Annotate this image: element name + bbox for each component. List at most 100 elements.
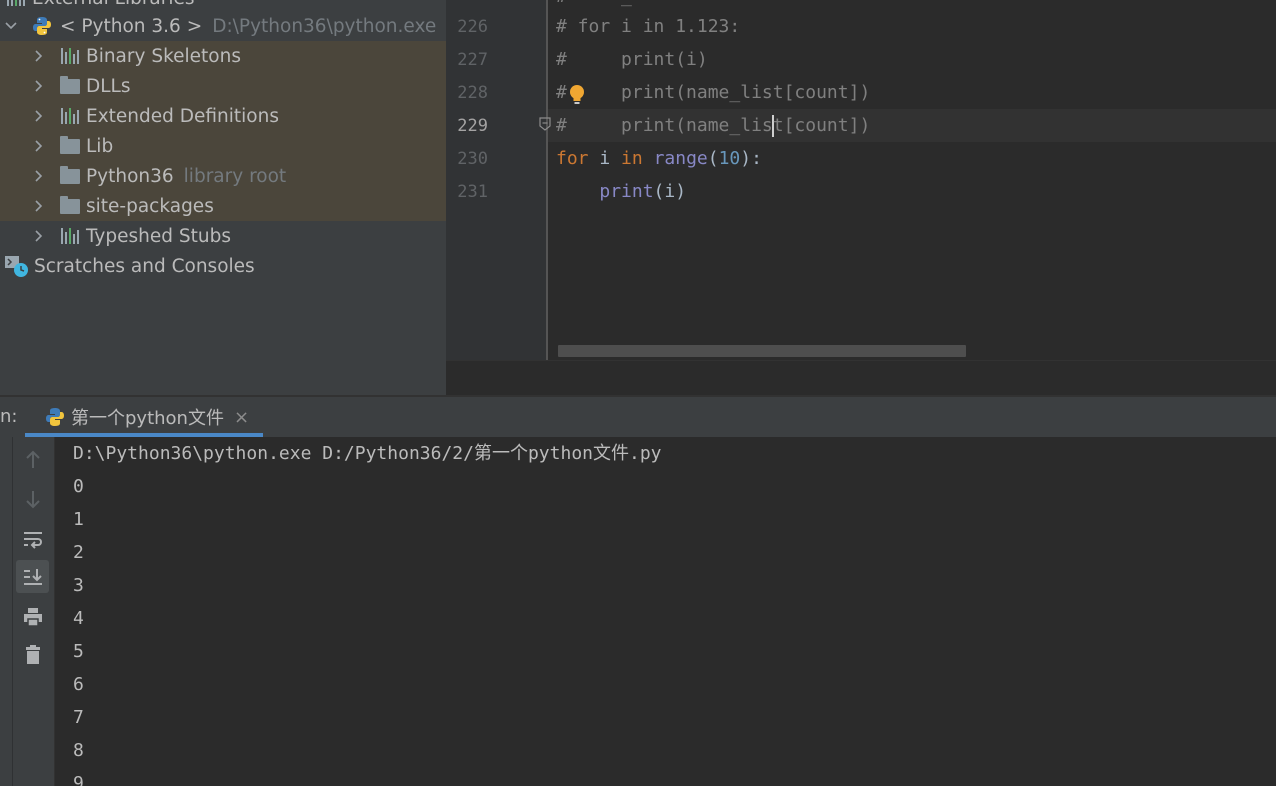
paren-close: ): xyxy=(740,148,762,169)
soft-wrap-icon[interactable] xyxy=(16,522,49,555)
tree-item-binary-skeletons[interactable]: Binary Skeletons xyxy=(0,41,446,71)
tree-item-label: Binary Skeletons xyxy=(86,45,241,67)
tree-item-label: Lib xyxy=(86,135,114,157)
call-args: (i) xyxy=(653,181,687,202)
tree-item-label: Python36 xyxy=(86,165,174,187)
tree-item-label: Scratches and Consoles xyxy=(34,255,255,277)
scratches-icon xyxy=(4,255,30,277)
code-line-230[interactable]: for i in range(10): xyxy=(556,142,762,175)
console-output-line: 1 xyxy=(73,509,84,530)
code-line-226[interactable]: # for i in 1.123: xyxy=(556,10,740,43)
builtin-print: print xyxy=(599,181,654,202)
run-tab[interactable]: 第一个python文件 × xyxy=(25,397,263,437)
code-line-229[interactable]: # print(name_list[count]) xyxy=(556,109,870,142)
tree-item-site-packages[interactable]: site-packages xyxy=(0,191,446,221)
library-icon xyxy=(4,0,28,9)
console-output-line: 0 xyxy=(73,476,84,497)
comment-hash: # xyxy=(556,82,567,103)
line-number-current: 229 xyxy=(457,116,488,136)
line-number: 228 xyxy=(457,83,488,103)
tree-item-label: Typeshed Stubs xyxy=(86,225,231,247)
chevron-right-icon[interactable] xyxy=(28,161,50,191)
paren-open: ( xyxy=(707,148,719,169)
chevron-right-icon[interactable] xyxy=(28,71,50,101)
code-line-231[interactable]: print(i) xyxy=(556,175,686,208)
builtin-range: range xyxy=(653,148,708,169)
project-tool-window: External Libraries < Python 3.6 > D:\Pyt… xyxy=(0,0,446,395)
variable: i xyxy=(588,148,622,169)
library-root-hint: library root xyxy=(183,165,287,187)
keyword-for: for xyxy=(556,148,589,169)
tree-item-typeshed-stubs[interactable]: Typeshed Stubs xyxy=(0,221,446,251)
comment-text: t[count]) xyxy=(772,115,871,136)
chevron-right-icon[interactable] xyxy=(28,221,50,251)
line-number: 227 xyxy=(457,50,488,70)
horizontal-scrollbar[interactable] xyxy=(558,345,966,357)
close-icon[interactable]: × xyxy=(234,407,249,428)
comment-text: print(name_lis xyxy=(566,115,773,136)
chevron-right-icon[interactable] xyxy=(28,41,50,71)
python-icon xyxy=(46,408,64,426)
tree-item-lib[interactable]: Lib xyxy=(0,131,446,161)
console-output-line: 8 xyxy=(73,740,84,761)
tree-item-label: External Libraries xyxy=(32,0,195,9)
tree-item-label: site-packages xyxy=(86,195,214,217)
console-output-line: 9 xyxy=(73,773,84,786)
library-icon xyxy=(58,45,82,67)
code-editor[interactable]: # _ 226 227 228 229 230 231 # for i in 1… xyxy=(446,0,1276,395)
console-output-line: 3 xyxy=(73,575,84,596)
tree-item-python-interpreter[interactable]: < Python 3.6 > D:\Python36\python.exe xyxy=(0,11,446,41)
editor-footer xyxy=(446,360,1276,395)
library-icon xyxy=(58,105,82,127)
line-number: 226 xyxy=(457,17,488,37)
tree-item-python36[interactable]: Python36 library root xyxy=(0,161,446,191)
run-console[interactable]: D:\Python36\python.exe D:/Python36/2/第一个… xyxy=(55,437,1276,786)
down-arrow-icon[interactable] xyxy=(16,482,49,515)
interpreter-path: D:\Python36\python.exe xyxy=(212,15,437,37)
tree-item-label: DLLs xyxy=(86,75,131,97)
console-output-line: 5 xyxy=(73,641,84,662)
line-number: 230 xyxy=(457,149,488,169)
folder-icon xyxy=(58,75,82,97)
console-output-line: 7 xyxy=(73,707,84,728)
chevron-down-icon[interactable] xyxy=(0,11,22,41)
console-command-line: D:\Python36\python.exe D:/Python36/2/第一个… xyxy=(73,443,662,464)
tree-item-label: Extended Definitions xyxy=(86,105,279,127)
console-output-line: 6 xyxy=(73,674,84,695)
lightbulb-icon[interactable] xyxy=(568,84,586,106)
library-icon xyxy=(58,225,82,247)
gutter-divider xyxy=(546,0,548,360)
tree-item-extended-definitions[interactable]: Extended Definitions xyxy=(0,101,446,131)
trash-icon[interactable] xyxy=(16,638,49,671)
number-literal: 10 xyxy=(718,148,741,169)
line-number: 231 xyxy=(457,182,488,202)
folder-icon xyxy=(58,195,82,217)
code-line-228[interactable]: # print(name_list[count]) xyxy=(556,76,870,109)
run-toolbar xyxy=(0,437,55,786)
scroll-to-end-icon[interactable] xyxy=(16,560,49,593)
code-line-227[interactable]: # print(i) xyxy=(556,43,708,76)
comment-hash: # xyxy=(556,115,567,136)
up-arrow-icon[interactable] xyxy=(16,443,49,476)
keyword-in: in xyxy=(621,148,643,169)
chevron-right-icon[interactable] xyxy=(28,101,50,131)
chevron-right-icon[interactable] xyxy=(28,191,50,221)
console-output-line: 2 xyxy=(73,542,84,563)
python-icon xyxy=(30,15,54,37)
folder-icon xyxy=(58,165,82,187)
run-tab-bar: n: 第一个python文件 × xyxy=(0,397,1276,438)
print-icon[interactable] xyxy=(16,600,49,633)
tree-item-scratches[interactable]: Scratches and Consoles xyxy=(0,251,446,281)
run-label: n: xyxy=(0,406,18,427)
tree-item-dlls[interactable]: DLLs xyxy=(0,71,446,101)
console-output-line: 4 xyxy=(73,608,84,629)
interpreter-label: < Python 3.6 > xyxy=(60,15,203,37)
toolbar-edge xyxy=(0,437,13,786)
run-tab-title: 第一个python文件 xyxy=(71,408,224,429)
chevron-right-icon[interactable] xyxy=(28,131,50,161)
comment-text: print(name_list[count]) xyxy=(566,82,871,103)
fold-marker-icon[interactable] xyxy=(539,117,551,131)
folder-icon xyxy=(58,135,82,157)
